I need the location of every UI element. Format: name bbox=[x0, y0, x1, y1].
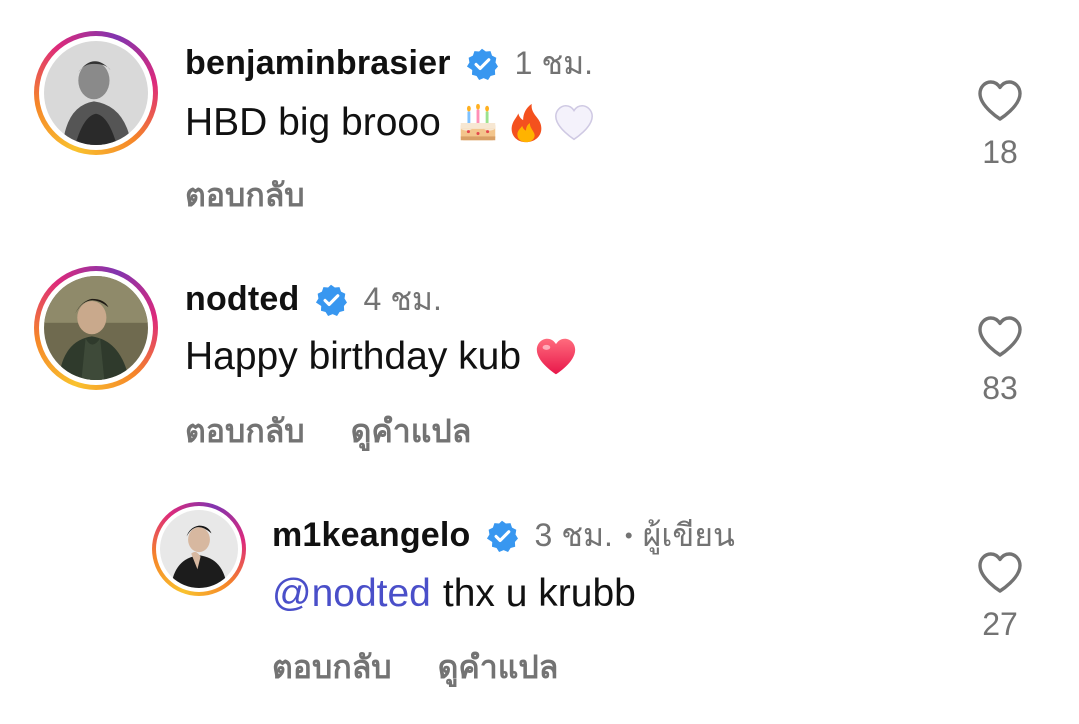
reply-button[interactable]: ตอบกลับ bbox=[185, 406, 305, 457]
heart-outline-icon[interactable] bbox=[976, 78, 1024, 122]
reply-button[interactable]: ตอบกลับ bbox=[272, 642, 392, 693]
avatar-photo bbox=[44, 41, 148, 145]
reply-button[interactable]: ตอบกลับ bbox=[185, 170, 305, 221]
avatar[interactable] bbox=[160, 510, 238, 588]
like-count: 18 bbox=[982, 134, 1018, 170]
fire-emoji bbox=[503, 100, 549, 146]
like-count: 27 bbox=[982, 606, 1018, 642]
comment-time: 1 ชม. bbox=[514, 45, 594, 81]
comment-text: HBD big brooo bbox=[185, 101, 441, 144]
red-heart-emoji bbox=[533, 334, 579, 380]
separator-dot: • bbox=[624, 522, 633, 548]
see-translation-button[interactable]: ดูคำแปล bbox=[438, 642, 559, 693]
heart-outline-icon[interactable] bbox=[976, 550, 1024, 594]
username[interactable]: benjaminbrasier bbox=[185, 44, 451, 83]
comment-item: nodted 4 ชม. Happy birthday kub ตอบกลับ … bbox=[0, 236, 1079, 466]
verified-badge-icon bbox=[465, 47, 499, 81]
avatar[interactable] bbox=[44, 276, 148, 380]
comment-time: 3 ชม. bbox=[534, 517, 613, 553]
white-heart-emoji bbox=[551, 100, 597, 146]
username[interactable]: m1keangelo bbox=[272, 516, 471, 555]
verified-badge-icon bbox=[485, 519, 519, 553]
mention-link[interactable]: @nodted bbox=[272, 572, 431, 616]
cake-emoji bbox=[455, 100, 501, 146]
author-label: ผู้เขียน bbox=[642, 517, 735, 553]
like-count: 83 bbox=[982, 370, 1018, 406]
reply-comment-item: m1keangelo 3 ชม. • ผู้เขียน @nodted thx … bbox=[0, 472, 1079, 724]
comment-text: Happy birthday kub bbox=[185, 335, 522, 378]
username[interactable]: nodted bbox=[185, 280, 300, 319]
see-translation-button[interactable]: ดูคำแปล bbox=[351, 406, 472, 457]
avatar-photo bbox=[44, 276, 148, 380]
comment-item: benjaminbrasier 1 ชม. HBD big brooo ตอบก… bbox=[0, 0, 1079, 230]
verified-badge-icon bbox=[314, 283, 348, 317]
comment-time: 4 ชม. bbox=[363, 281, 442, 317]
avatar[interactable] bbox=[44, 41, 148, 145]
comment-text: thx u krubb bbox=[442, 572, 636, 615]
heart-outline-icon[interactable] bbox=[976, 314, 1024, 358]
avatar-photo bbox=[160, 510, 238, 588]
